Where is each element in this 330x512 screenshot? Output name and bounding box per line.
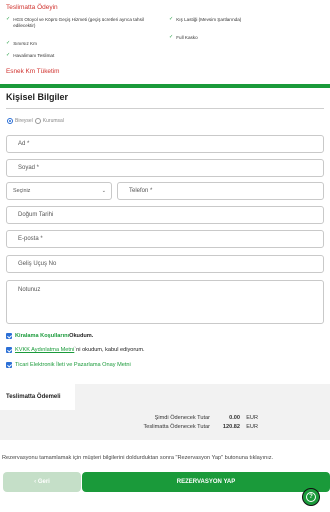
radio-corporate[interactable] — [34, 118, 41, 124]
flexible-km-link[interactable]: Esnek Km Tüketim — [6, 68, 324, 75]
amount-now-value: 0.00 — [229, 415, 240, 421]
chevron-down-icon: ⌄ — [101, 188, 106, 194]
customer-type-radio-group: Bireysel Kurumsal — [7, 118, 324, 124]
country-code-value: Seçiniz — [13, 188, 31, 194]
feature-item: ✓ Kış Lastiği (Mevsim Şartlarında) — [169, 16, 242, 22]
phone-input[interactable]: Telefon * — [117, 182, 324, 200]
marketing-checkbox[interactable] — [6, 362, 12, 368]
amount-now-currency: EUR — [246, 415, 258, 421]
personal-info-section: Kişisel Bilgiler Bireysel Kurumsal — [6, 92, 324, 124]
amount-delivery-value: 120.82 — [222, 424, 240, 430]
first-name-input[interactable]: Ad * — [6, 135, 324, 153]
kvkk-link[interactable]: KVKK Aydınlatma Metni — [15, 347, 74, 353]
included-services-section: Teslimatta Ödeyin ✓ HGS Otoyol ve Köprü G… — [0, 0, 330, 80]
rental-terms-link[interactable]: Kiralama Koşullarını — [15, 333, 69, 339]
notes-textarea[interactable]: Notunuz — [6, 280, 324, 324]
rental-terms-suffix: Okudum. — [69, 333, 94, 339]
payment-summary-panel: Teslimatta Ödemeli Şimdi Ödenecek Tutar … — [0, 384, 330, 440]
email-input[interactable]: E-posta * — [6, 230, 324, 248]
consent-kvkk: KVKK Aydınlatma Metni `ni okudum, kabul … — [6, 347, 145, 353]
birth-date-input[interactable]: Doğum Tarihi — [6, 206, 324, 224]
rental-terms-checkbox[interactable] — [6, 333, 12, 339]
feature-item: ✓ Havalimanı Teslimat — [6, 51, 55, 58]
check-icon: ✓ — [6, 39, 11, 46]
country-code-select[interactable]: Seçiniz ⌄ — [6, 182, 112, 200]
radio-individual-label: Bireysel — [15, 118, 33, 124]
last-name-input[interactable]: Soyad * — [6, 159, 324, 177]
radio-individual[interactable] — [7, 118, 13, 124]
feature-item: ✓ Sınırsız Km — [6, 39, 37, 46]
kvkk-suffix: `ni okudum, kabul ediyorum. — [74, 347, 145, 353]
pay-on-delivery-title: Teslimatta Ödeyin — [6, 4, 58, 11]
amount-delivery-label: Teslimatta Ödenecek Tutar — [143, 424, 210, 430]
instruction-text: Rezervasyonu tamamlamak için müşteri bil… — [2, 455, 274, 461]
section-divider — [0, 84, 330, 88]
amount-now-label: Şimdi Ödenecek Tutar — [154, 415, 210, 421]
feature-item: ✓ HGS Otoyol ve Köprü Geçiş Hizmeti (geçi… — [6, 16, 144, 28]
question-icon: ? — [306, 492, 316, 502]
flight-number-input[interactable]: Geliş Uçuş No — [6, 255, 324, 273]
check-icon: ✓ — [6, 16, 11, 22]
help-button[interactable]: ? — [302, 488, 320, 506]
section-title: Kişisel Bilgiler — [6, 92, 69, 102]
check-icon: ✓ — [169, 33, 174, 40]
marketing-link[interactable]: Ticari Elektronik İleti ve Pazarlama Ona… — [15, 362, 131, 368]
features-list: ✓ HGS Otoyol ve Köprü Geçiş Hizmeti (geçi… — [6, 16, 324, 59]
feature-item: ✓ Full Kasko — [169, 33, 198, 40]
radio-corporate-label: Kurumsal — [42, 118, 64, 124]
check-icon: ✓ — [169, 16, 174, 22]
title-divider — [6, 108, 324, 109]
check-icon: ✓ — [6, 51, 11, 58]
consent-rental-terms: Kiralama Koşullarını Okudum. — [6, 333, 93, 339]
make-reservation-button[interactable]: REZERVASYON YAP — [82, 472, 330, 492]
kvkk-checkbox[interactable] — [6, 347, 12, 353]
amount-delivery-currency: EUR — [246, 424, 258, 430]
payment-title: Teslimatta Ödemeli — [0, 384, 75, 410]
consent-marketing: Ticari Elektronik İleti ve Pazarlama Ona… — [6, 362, 131, 368]
back-button[interactable]: ‹ Geri — [3, 472, 81, 492]
